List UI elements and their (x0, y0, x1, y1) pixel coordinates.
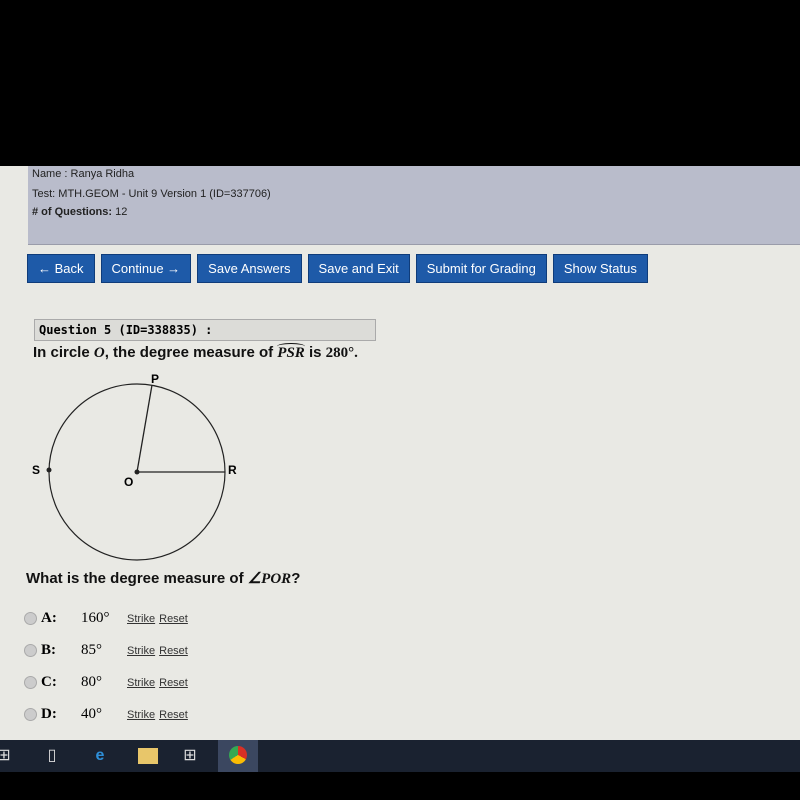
strike-link[interactable]: Strike (127, 613, 155, 625)
strike-link[interactable]: Strike (127, 709, 155, 721)
arc-name: PSR (277, 345, 305, 361)
choice-label: B: (41, 642, 56, 658)
choice-label: D: (41, 706, 57, 722)
label-s: S (32, 463, 40, 477)
label-p: P (151, 372, 159, 386)
choice-d: D: 40° Strike Reset (24, 706, 188, 723)
save-answers-button[interactable]: Save Answers (197, 254, 302, 283)
question-prompt: What is the degree measure of ∠POR? (26, 569, 300, 588)
task-view-icon[interactable]: ▯ (42, 746, 62, 766)
strike-link[interactable]: Strike (127, 677, 155, 689)
radio-d[interactable] (24, 708, 37, 721)
save-exit-button[interactable]: Save and Exit (307, 254, 410, 283)
choice-value: 160° (81, 610, 110, 626)
choice-c: C: 80° Strike Reset (24, 674, 188, 691)
reset-link[interactable]: Reset (159, 709, 188, 721)
circle-figure: P S O R (32, 372, 237, 561)
stem-text: is (304, 344, 326, 361)
strike-link[interactable]: Strike (127, 645, 155, 657)
reset-link[interactable]: Reset (159, 645, 188, 657)
arc-measure: 280°. (325, 345, 358, 361)
show-status-button[interactable]: Show Status (552, 254, 648, 283)
radius-op (136, 384, 153, 473)
radio-c[interactable] (24, 676, 37, 689)
stem-text: In circle (33, 344, 94, 361)
angle-name: ∠POR (247, 571, 292, 587)
choice-b: B: 85° Strike Reset (24, 642, 188, 659)
label-o: O (124, 475, 133, 489)
choice-value: 40° (81, 706, 102, 722)
edge-icon[interactable]: e (90, 746, 110, 766)
choice-value: 85° (81, 642, 102, 658)
question-stem: In circle O, the degree measure of PSR i… (33, 344, 358, 362)
choice-value: 80° (81, 674, 102, 690)
toolbar: ← Back Continue → Save Answers Save and … (27, 254, 648, 283)
continue-button[interactable]: Continue → (100, 254, 192, 283)
chrome-taskbar-button[interactable] (218, 740, 258, 772)
test-name: Test: MTH.GEOM - Unit 9 Version 1 (ID=33… (32, 188, 271, 200)
choice-a: A: 160° Strike Reset (24, 610, 188, 627)
choice-label: C: (41, 674, 57, 690)
questions-count: 12 (115, 206, 128, 218)
question-header: Question 5 (ID=338835) : (34, 319, 376, 341)
stem-text: , the degree measure of (104, 344, 278, 361)
prompt-text: What is the degree measure of (26, 570, 248, 587)
windows-start-icon[interactable]: ⊞ (0, 746, 14, 766)
circle-name: O (93, 345, 105, 361)
test-page: Name : Ranya Ridha Test: MTH.GEOM - Unit… (0, 166, 800, 740)
back-button[interactable]: ← Back (27, 254, 95, 283)
student-name: Name : Ranya Ridha (32, 168, 135, 180)
file-explorer-icon[interactable] (138, 748, 158, 764)
label-r: R (228, 463, 237, 477)
choice-label: A: (41, 610, 57, 626)
point-s (46, 467, 52, 473)
center-point (134, 469, 140, 475)
reset-link[interactable]: Reset (159, 677, 188, 689)
reset-link[interactable]: Reset (159, 613, 188, 625)
taskbar: ⊞ ▯ e ⊞ (0, 740, 800, 772)
submit-grading-button[interactable]: Submit for Grading (415, 254, 547, 283)
store-icon[interactable]: ⊞ (180, 746, 200, 766)
test-info-panel: Name : Ranya Ridha Test: MTH.GEOM - Unit… (28, 166, 800, 245)
questions-label: # of Questions: (32, 206, 113, 218)
chrome-icon (229, 746, 247, 764)
questions-count-row: # of Questions: 12 (32, 206, 127, 218)
prompt-text: ? (291, 570, 301, 587)
radio-b[interactable] (24, 644, 37, 657)
radio-a[interactable] (24, 612, 37, 625)
